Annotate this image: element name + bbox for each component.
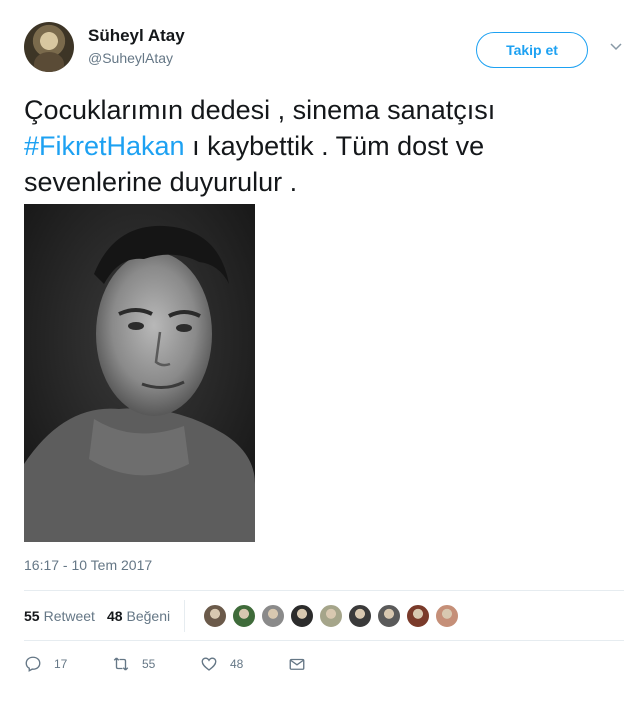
liker-avatars [203, 604, 464, 628]
like-stat[interactable]: 48 Beğeni [107, 608, 170, 624]
envelope-icon [289, 658, 305, 670]
liker-avatar[interactable] [203, 604, 228, 628]
like-stat-label: Beğeni [126, 608, 171, 624]
tweet-text: Çocuklarımın dedesi , sinema sanatçısı #… [24, 92, 614, 200]
tweet-actions: 17 55 48 [24, 652, 306, 676]
liker-avatar[interactable] [232, 604, 257, 628]
like-button[interactable]: 48 [200, 655, 288, 673]
tweet-timestamp[interactable]: 16:17 - 10 Tem 2017 [24, 557, 152, 573]
liker-avatar[interactable] [435, 604, 460, 628]
avatar[interactable] [24, 22, 74, 72]
liker-avatar[interactable] [319, 604, 344, 628]
retweet-stat[interactable]: 55 Retweet [24, 608, 95, 624]
chevron-down-icon[interactable] [606, 36, 626, 56]
tweet-stats: 55 Retweet 48 Beğeni [24, 600, 464, 632]
reply-icon [25, 656, 41, 672]
tweet-header: Süheyl Atay @SuheylAtay Takip et [24, 22, 624, 78]
tweet-photo[interactable] [24, 204, 255, 542]
liker-avatar[interactable] [406, 604, 431, 628]
retweet-button[interactable]: 55 [112, 655, 200, 673]
liker-avatar[interactable] [348, 604, 373, 628]
divider [24, 640, 624, 641]
divider [24, 590, 624, 591]
reply-count: 17 [54, 657, 68, 671]
retweet-stat-count: 55 [24, 608, 40, 624]
hashtag-link[interactable]: #FikretHakan [24, 131, 185, 161]
retweet-count: 55 [142, 657, 156, 671]
retweet-icon [113, 657, 129, 671]
user-name[interactable]: Süheyl Atay [88, 26, 185, 46]
tweet-text-part: Çocuklarımın dedesi , sinema sanatçısı [24, 95, 496, 125]
user-handle[interactable]: @SuheylAtay [88, 50, 173, 66]
reply-button[interactable]: 17 [24, 655, 112, 673]
direct-message-button[interactable] [288, 655, 306, 673]
retweet-stat-label: Retweet [43, 608, 95, 624]
liker-avatar[interactable] [290, 604, 315, 628]
like-count: 48 [230, 657, 244, 671]
follow-button[interactable]: Takip et [476, 32, 588, 68]
liker-avatar[interactable] [377, 604, 402, 628]
liker-avatar[interactable] [261, 604, 286, 628]
divider [184, 600, 186, 632]
heart-icon [201, 657, 217, 671]
like-stat-count: 48 [106, 608, 123, 624]
